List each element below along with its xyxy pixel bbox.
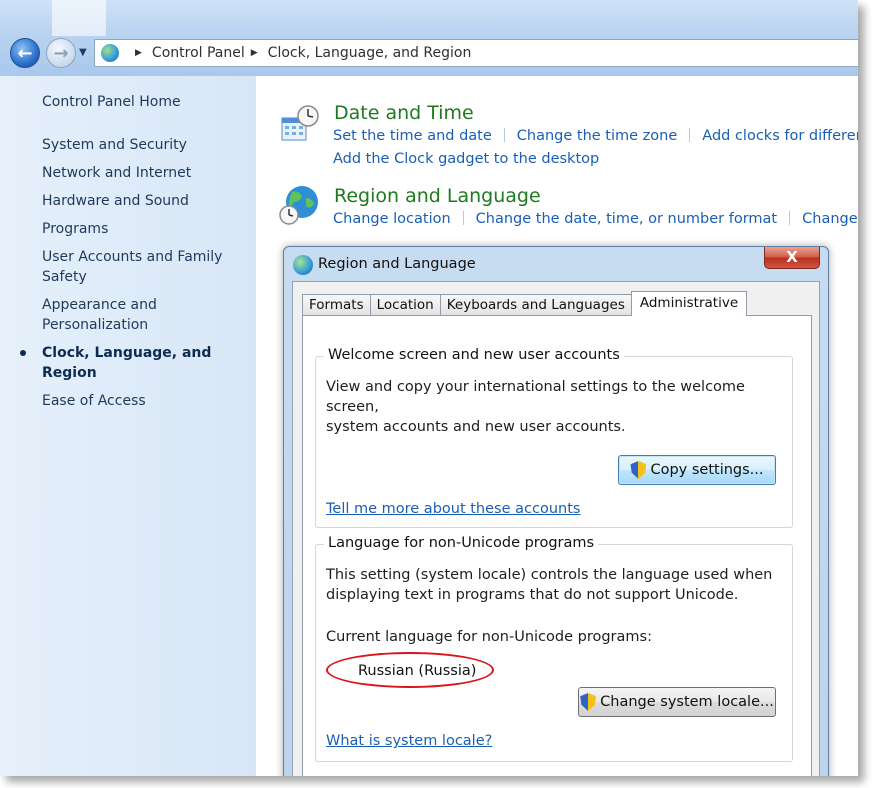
dialog-title: Region and Language [318, 256, 476, 272]
nav-item-label: Clock, Language, and Region [42, 345, 212, 381]
tab-strip: Formats Location Keyboards and Languages… [302, 291, 748, 316]
tab-keyboards-languages[interactable]: Keyboards and Languages [439, 294, 632, 316]
description-line: system accounts and new user accounts. [326, 419, 626, 435]
breadcrumb-control-panel[interactable]: Control Panel [152, 45, 245, 61]
non-unicode-group: Language for non-Unicode programs This s… [315, 535, 793, 762]
breadcrumb-chevron-icon[interactable]: ▶ [135, 48, 142, 58]
welcome-screen-group: Welcome screen and new user accounts Vie… [315, 347, 793, 528]
description-line: View and copy your international setting… [326, 379, 745, 415]
date-and-time-title[interactable]: Date and Time [334, 102, 474, 124]
change-system-locale-button[interactable]: Change system locale... [578, 687, 776, 717]
forward-button[interactable]: → [46, 38, 76, 68]
category-list: System and Security Network and Internet… [20, 135, 252, 419]
nav-item-appearance[interactable]: Appearance and Personalization [42, 295, 252, 335]
change-time-zone-link[interactable]: Change the time zone [517, 128, 678, 144]
add-clock-gadget-link[interactable]: Add the Clock gadget to the desktop [333, 151, 599, 167]
close-icon: X [786, 248, 798, 266]
welcome-description: View and copy your international setting… [326, 377, 792, 437]
change-format-link[interactable]: Change the date, time, or number format [476, 211, 777, 227]
back-arrow-icon: ← [17, 42, 33, 64]
group-title: Language for non-Unicode programs [324, 535, 599, 551]
uac-shield-icon [630, 461, 647, 479]
region-and-language-title[interactable]: Region and Language [334, 185, 541, 207]
copy-settings-button[interactable]: Copy settings... [618, 455, 776, 485]
locale-description: This setting (system locale) controls th… [326, 565, 772, 605]
nav-item-hardware-sound[interactable]: Hardware and Sound [42, 191, 252, 211]
left-navigation-pane: Control Panel Home System and Security N… [0, 76, 256, 776]
current-locale-value: Russian (Russia) [358, 663, 477, 679]
description-line: displaying text in programs that do not … [326, 587, 739, 603]
recent-pages-dropdown-icon[interactable]: ▼ [79, 47, 87, 58]
region-language-dialog: Region and Language X Formats Location K… [283, 246, 829, 776]
nav-item-programs[interactable]: Programs [42, 219, 252, 239]
button-label: Change system locale... [600, 694, 774, 710]
link-separator [462, 211, 464, 225]
date-time-links: Set the time and date Change the time zon… [333, 128, 858, 144]
tab-formats[interactable]: Formats [302, 294, 371, 316]
administrative-panel: Welcome screen and new user accounts Vie… [302, 315, 812, 776]
globe-icon [293, 255, 313, 275]
control-panel-home-link[interactable]: Control Panel Home [42, 94, 181, 110]
date-time-links-row2: Add the Clock gadget to the desktop [333, 151, 599, 167]
back-button[interactable]: ← [10, 38, 40, 68]
add-clocks-link[interactable]: Add clocks for different time zones [702, 128, 858, 144]
titlebar-glow [52, 0, 106, 36]
group-title: Welcome screen and new user accounts [324, 347, 624, 363]
link-separator [503, 128, 505, 142]
tell-me-more-link[interactable]: Tell me more about these accounts [326, 501, 580, 517]
control-panel-window: ← → ▼ ▶ Control Panel ▶ Clock, Language,… [0, 0, 858, 776]
forward-arrow-icon: → [53, 42, 69, 64]
nav-item-user-accounts[interactable]: User Accounts and Family Safety [42, 247, 252, 287]
current-item-bullet-icon [20, 350, 26, 356]
breadcrumb-clock-language-region[interactable]: Clock, Language, and Region [268, 45, 472, 61]
close-button[interactable]: X [764, 247, 820, 269]
nav-item-ease-of-access[interactable]: Ease of Access [42, 391, 252, 411]
nav-item-network-internet[interactable]: Network and Internet [42, 163, 252, 183]
control-panel-icon [101, 44, 119, 62]
button-label: Copy settings... [650, 462, 764, 478]
set-time-date-link[interactable]: Set the time and date [333, 128, 492, 144]
tab-location[interactable]: Location [369, 294, 441, 316]
what-is-system-locale-link[interactable]: What is system locale? [326, 733, 492, 749]
address-bar[interactable]: ▶ Control Panel ▶ Clock, Language, and R… [94, 39, 858, 67]
link-separator [789, 211, 791, 225]
breadcrumb-chevron-icon[interactable]: ▶ [251, 48, 258, 58]
dialog-body: Formats Location Keyboards and Languages… [292, 281, 820, 776]
uac-shield-icon [580, 693, 597, 711]
change-location-link[interactable]: Change location [333, 211, 451, 227]
description-line: This setting (system locale) controls th… [326, 567, 773, 583]
globe-clock-icon[interactable] [278, 184, 318, 225]
region-language-links: Change location Change the date, time, or… [333, 211, 858, 227]
change-keyboards-link[interactable]: Change keyboards [802, 211, 858, 227]
link-separator [689, 128, 691, 142]
nav-item-clock-language-region[interactable]: Clock, Language, and Region [20, 343, 252, 383]
tab-administrative[interactable]: Administrative [630, 291, 748, 316]
current-language-label: Current language for non-Unicode program… [326, 629, 652, 645]
navigation-bar: ← → ▼ ▶ Control Panel ▶ Clock, Language,… [0, 0, 858, 76]
nav-item-system-security[interactable]: System and Security [42, 135, 252, 155]
calendar-clock-icon[interactable] [280, 104, 320, 144]
